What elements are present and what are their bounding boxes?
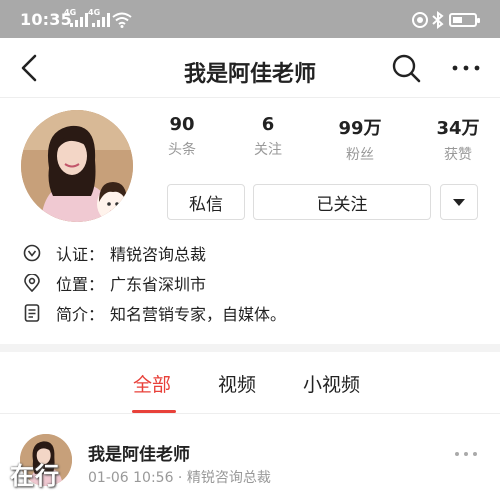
tab-short-video[interactable]: 小视频 — [303, 370, 360, 397]
info-value: 精锐咨询总裁 — [110, 245, 207, 264]
signal-icon — [92, 13, 110, 27]
stat-value: 6 — [261, 114, 275, 135]
info-label: 认证： — [56, 245, 105, 264]
status-bar: 10:35 4G 4G — [0, 0, 500, 38]
feed-meta: 01-06 10:56 · 精锐咨询总裁 — [88, 470, 271, 486]
info-label: 简介： — [56, 305, 105, 324]
active-tab-indicator — [132, 410, 176, 413]
intro-icon — [22, 303, 42, 323]
verified-icon — [22, 243, 42, 263]
stat-label: 关注 — [254, 142, 282, 158]
feed-author-name[interactable]: 我是阿佳老师 — [88, 440, 190, 465]
stat-label: 粉丝 — [346, 147, 374, 163]
message-button[interactable]: 私信 — [167, 184, 245, 220]
content-tabs: 全部 视频 小视频 — [0, 352, 500, 414]
stat-value: 99万 — [338, 118, 382, 139]
tab-all[interactable]: 全部 — [133, 370, 171, 397]
more-dots-icon[interactable] — [448, 52, 484, 84]
stat-followers[interactable]: 99万 粉丝 — [320, 114, 400, 164]
stat-label: 头条 — [168, 142, 196, 158]
info-value: 知名营销专家，自媒体。 — [110, 305, 287, 324]
search-icon[interactable] — [390, 52, 422, 84]
profile-avatar[interactable] — [21, 110, 133, 222]
following-button[interactable]: 已关注 — [253, 184, 431, 220]
tab-video[interactable]: 视频 — [218, 370, 256, 397]
avatar-photo — [21, 110, 133, 222]
profile-stats: 90 头条 6 关注 99万 粉丝 34万 获赞 — [150, 114, 490, 164]
battery-icon — [449, 13, 480, 27]
signal-icon — [70, 13, 88, 27]
stat-posts[interactable]: 90 头条 — [142, 114, 222, 159]
info-bio: 简介： 知名营销专家，自媒体。 — [22, 300, 286, 326]
recommend-dropdown-button[interactable] — [440, 184, 478, 220]
stat-label: 获赞 — [444, 147, 472, 163]
stat-following[interactable]: 6 关注 — [228, 114, 308, 159]
info-verification: 认证： 精锐咨询总裁 — [22, 240, 206, 266]
stat-value: 90 — [169, 114, 195, 135]
info-label: 位置： — [56, 275, 105, 294]
page-title: 我是阿佳老师 — [183, 62, 316, 87]
top-nav-bar: 我是阿佳老师 — [0, 38, 500, 98]
bluetooth-icon — [432, 11, 444, 29]
wifi-icon — [112, 12, 132, 28]
watermark: 在行 — [10, 462, 60, 490]
info-value: 广东省深圳市 — [110, 275, 207, 294]
location-icon — [22, 273, 42, 293]
section-divider — [0, 344, 500, 352]
chevron-down-icon — [453, 198, 465, 206]
alarm-icon — [412, 12, 428, 28]
stat-value: 34万 — [436, 118, 480, 139]
info-location: 位置： 广东省深圳市 — [22, 270, 206, 296]
stat-likes[interactable]: 34万 获赞 — [418, 114, 498, 164]
more-dots-icon[interactable] — [452, 446, 480, 462]
